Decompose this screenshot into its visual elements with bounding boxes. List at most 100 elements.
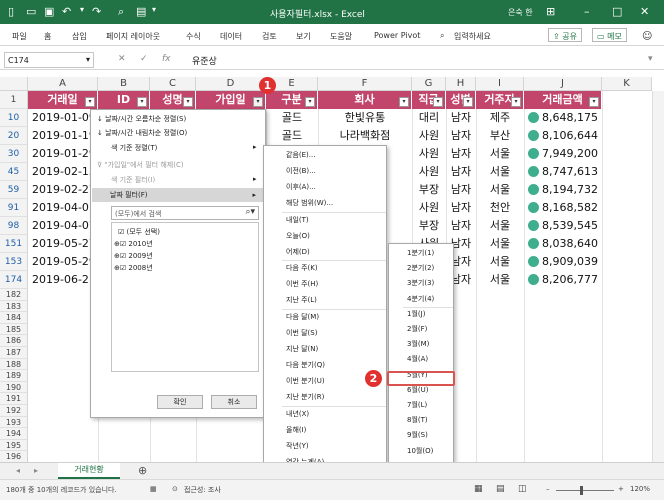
row-header[interactable]: 190 <box>0 381 28 394</box>
row-header[interactable]: 151 <box>0 235 28 253</box>
year-2009-checkbox[interactable]: ⊕☑ 2009년 <box>114 251 153 261</box>
select-all-checkbox[interactable]: ☑ (모두 선택) <box>118 227 160 237</box>
date-filter-item[interactable]: 이번 주(H) <box>286 279 318 289</box>
row-header[interactable]: 59 <box>0 181 28 199</box>
tab-file[interactable]: 파일 <box>12 31 27 42</box>
cell-region[interactable]: 서울 <box>476 145 524 163</box>
date-filter-item[interactable]: 이후(A)... <box>286 182 316 192</box>
cell-gender[interactable]: 남자 <box>446 127 476 145</box>
period-item[interactable]: 3분기(3) <box>407 278 434 288</box>
date-filter-item[interactable]: 내일(T) <box>286 215 309 225</box>
sort-ascending-item[interactable]: ↓ 날짜/시간 오름차순 정렬(S) <box>97 114 186 124</box>
date-filter-item[interactable]: 다음 분기(Q) <box>286 360 325 370</box>
date-filter-item[interactable]: 올해(I) <box>286 425 306 435</box>
cell-amount[interactable]: 7,949,200 <box>540 145 598 163</box>
cell-region[interactable]: 부산 <box>476 127 524 145</box>
cell-amount[interactable]: 8,038,640 <box>540 235 598 253</box>
date-filter-item[interactable]: 해당 범위(W)... <box>286 198 333 208</box>
period-item[interactable]: 6월(U) <box>407 385 428 395</box>
tab-insert[interactable]: 삽입 <box>72 31 87 42</box>
ribbon-display-icon[interactable]: ⊞ <box>546 5 555 18</box>
cancel-icon[interactable]: ✕ <box>118 54 126 64</box>
zoom-in-icon[interactable]: + <box>618 485 624 493</box>
row-header-1[interactable]: 1 <box>0 91 28 109</box>
cell-region[interactable]: 서울 <box>476 253 524 271</box>
period-item[interactable]: 7월(L) <box>407 400 427 410</box>
cell-gender[interactable]: 남자 <box>446 217 476 235</box>
period-item[interactable]: 3월(M) <box>407 339 429 349</box>
name-box[interactable]: C174 ▾ <box>4 52 94 68</box>
page-layout-view-icon[interactable]: ▤ <box>496 484 505 494</box>
memo-button[interactable]: ▭ 메모 <box>592 28 627 42</box>
zoom-out-icon[interactable]: – <box>546 485 550 493</box>
select-all-corner[interactable] <box>0 77 28 91</box>
page-break-view-icon[interactable]: ◫ <box>518 484 527 494</box>
row-header[interactable]: 194 <box>0 428 28 440</box>
tell-me-icon[interactable]: ⌕ <box>440 31 444 41</box>
filter-dropdown-icon[interactable]: ▾ <box>433 97 443 107</box>
cell-trade-date[interactable]: 2019-02-27 <box>32 181 96 199</box>
filter-dropdown-icon[interactable]: ▾ <box>511 97 521 107</box>
row-header[interactable]: 186 <box>0 335 28 347</box>
row-header[interactable]: 10 <box>0 109 28 127</box>
tab-review[interactable]: 검토 <box>262 31 277 42</box>
date-filter-item[interactable]: 이번 분기(U) <box>286 376 325 386</box>
scroll-left-icon[interactable]: ◂ <box>16 466 20 475</box>
cell-gender[interactable]: 남자 <box>446 181 476 199</box>
filter-dropdown-icon[interactable]: ▾ <box>137 97 147 107</box>
filter-dropdown-icon[interactable]: ▾ <box>253 97 263 107</box>
undo-icon[interactable]: ↶ <box>62 5 71 18</box>
column-header-g[interactable]: G <box>412 77 446 91</box>
cell-trade-date[interactable]: 2019-02-13 <box>32 163 96 181</box>
zoom-slider-thumb[interactable] <box>580 486 583 495</box>
cell-category[interactable]: 골드 <box>266 127 318 145</box>
row-header[interactable]: 189 <box>0 370 28 382</box>
cell-amount[interactable]: 8,648,175 <box>540 109 598 127</box>
add-sheet-icon[interactable]: ⊕ <box>138 464 147 477</box>
column-header-f[interactable]: F <box>318 77 412 91</box>
accessibility-icon[interactable]: ⊙ <box>172 485 178 493</box>
row-header[interactable]: 98 <box>0 217 28 235</box>
cell-trade-date[interactable]: 2019-05-29 <box>32 253 96 271</box>
date-filter-item[interactable]: 지난 분기(R) <box>286 392 324 402</box>
ok-button[interactable]: 확인 <box>157 395 203 409</box>
row-header[interactable]: 30 <box>0 145 28 163</box>
date-filter-item[interactable]: 지난 달(N) <box>286 344 318 354</box>
column-header-a[interactable]: A <box>28 77 98 91</box>
formula-input[interactable]: 유준상 <box>192 54 217 67</box>
filter-dropdown-icon[interactable]: ▾ <box>183 97 193 107</box>
share-button[interactable]: ⇪ 공유 <box>548 28 582 42</box>
period-item[interactable]: 9월(S) <box>407 430 428 440</box>
row-header[interactable]: 91 <box>0 199 28 217</box>
year-2010-checkbox[interactable]: ⊕☑ 2010년 <box>114 239 153 249</box>
cell-gender[interactable]: 남자 <box>446 145 476 163</box>
date-filter-item[interactable]: 지난 주(L) <box>286 295 317 305</box>
cell-region[interactable]: 서울 <box>476 217 524 235</box>
cell-gender[interactable]: 남자 <box>446 109 476 127</box>
cell-gender[interactable]: 남자 <box>446 199 476 217</box>
row-header[interactable]: 182 <box>0 289 28 301</box>
sort-descending-item[interactable]: ↓ 날짜/시간 내림차순 정렬(O) <box>97 128 187 138</box>
cell-amount[interactable]: 8,206,777 <box>540 271 598 289</box>
date-filter-item[interactable]: 이전(B)... <box>286 166 316 176</box>
cell-amount[interactable]: 8,909,039 <box>540 253 598 271</box>
vertical-scrollbar[interactable] <box>652 91 664 462</box>
period-item[interactable]: 2월(F) <box>407 324 427 334</box>
cell-rank[interactable]: 부장 <box>412 217 446 235</box>
column-header-j[interactable]: J <box>524 77 602 91</box>
cell-region[interactable]: 서울 <box>476 163 524 181</box>
sort-by-color-item[interactable]: 색 기준 정렬(T) <box>111 143 157 153</box>
insert-function-icon[interactable]: fx <box>162 54 171 64</box>
scroll-right-icon[interactable]: ▸ <box>34 466 38 475</box>
cell-company[interactable]: 한빛유통 <box>318 109 412 127</box>
cell-trade-date[interactable]: 2019-01-29 <box>32 145 96 163</box>
period-item[interactable]: 8월(T) <box>407 415 428 425</box>
column-header-c[interactable]: C <box>150 77 196 91</box>
column-header-k[interactable]: K <box>602 77 652 91</box>
macro-record-icon[interactable]: ▦ <box>150 485 157 493</box>
cell-gender[interactable]: 남자 <box>446 163 476 181</box>
date-filter-item[interactable]: 다음 달(M) <box>286 312 319 322</box>
row-header[interactable]: 193 <box>0 416 28 429</box>
period-item[interactable]: 4월(A) <box>407 354 428 364</box>
quick-access-icon[interactable]: ▤ <box>136 5 146 18</box>
